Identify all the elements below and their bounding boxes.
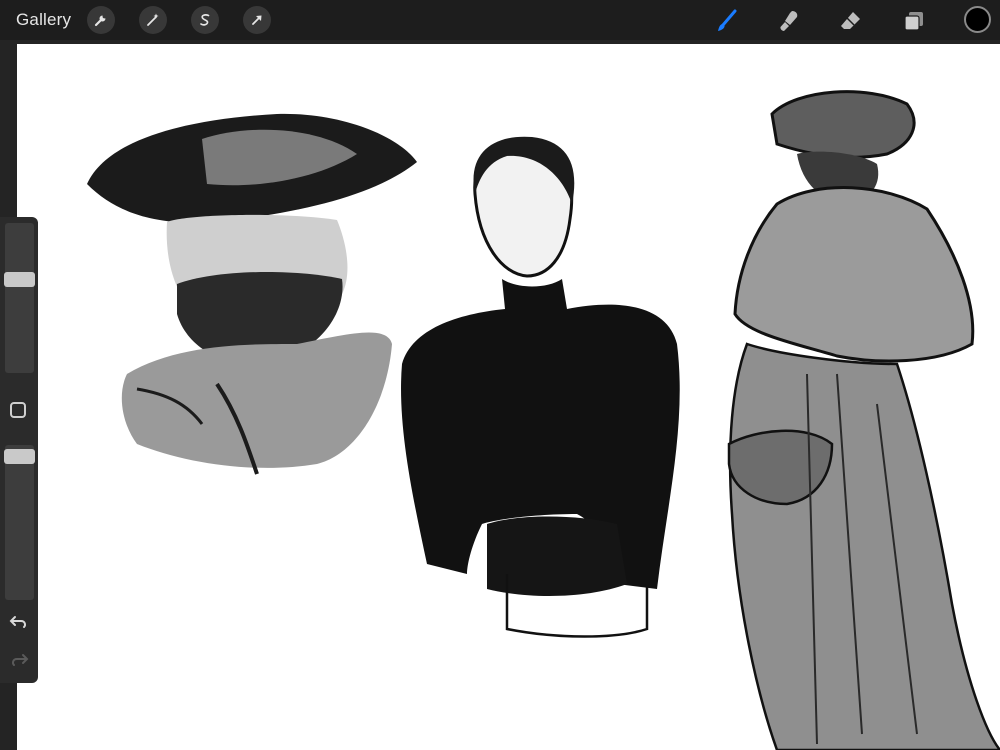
brush-size-thumb[interactable] <box>4 271 35 287</box>
eraser-icon <box>841 12 860 29</box>
redo-icon[interactable] <box>9 651 29 669</box>
sketch-artwork <box>87 90 1000 750</box>
top-toolbar: Gallery <box>0 0 1000 40</box>
opacity-slider[interactable] <box>5 445 34 600</box>
adjustments-button[interactable] <box>139 6 167 34</box>
drawing-canvas[interactable] <box>17 44 1000 750</box>
undo-icon[interactable] <box>9 613 29 631</box>
cloaked-figure-sketch <box>727 90 1000 750</box>
actions-button[interactable] <box>87 6 115 34</box>
layers-tool[interactable] <box>899 6 929 36</box>
layers-icon <box>904 12 923 31</box>
wrench-icon <box>94 15 106 27</box>
brush-size-slider[interactable] <box>5 223 34 373</box>
brush-tool[interactable] <box>712 6 742 36</box>
magic-wand-icon <box>147 13 159 26</box>
eraser-tool[interactable] <box>836 6 866 36</box>
opacity-thumb[interactable] <box>4 449 35 465</box>
color-picker-button[interactable] <box>964 6 991 33</box>
selection-button[interactable] <box>191 6 219 34</box>
brush-sidebar <box>0 217 38 683</box>
transform-button[interactable] <box>243 6 271 34</box>
gallery-button[interactable]: Gallery <box>16 10 71 30</box>
modify-button[interactable] <box>10 402 26 418</box>
arrow-cursor-icon <box>252 15 262 25</box>
masked-man-sketch <box>87 113 417 475</box>
selection-s-icon <box>200 14 210 26</box>
brush-icon <box>718 9 737 31</box>
smudge-tool[interactable] <box>774 6 804 36</box>
woman-sketch <box>401 136 680 638</box>
smudge-icon <box>780 11 798 31</box>
